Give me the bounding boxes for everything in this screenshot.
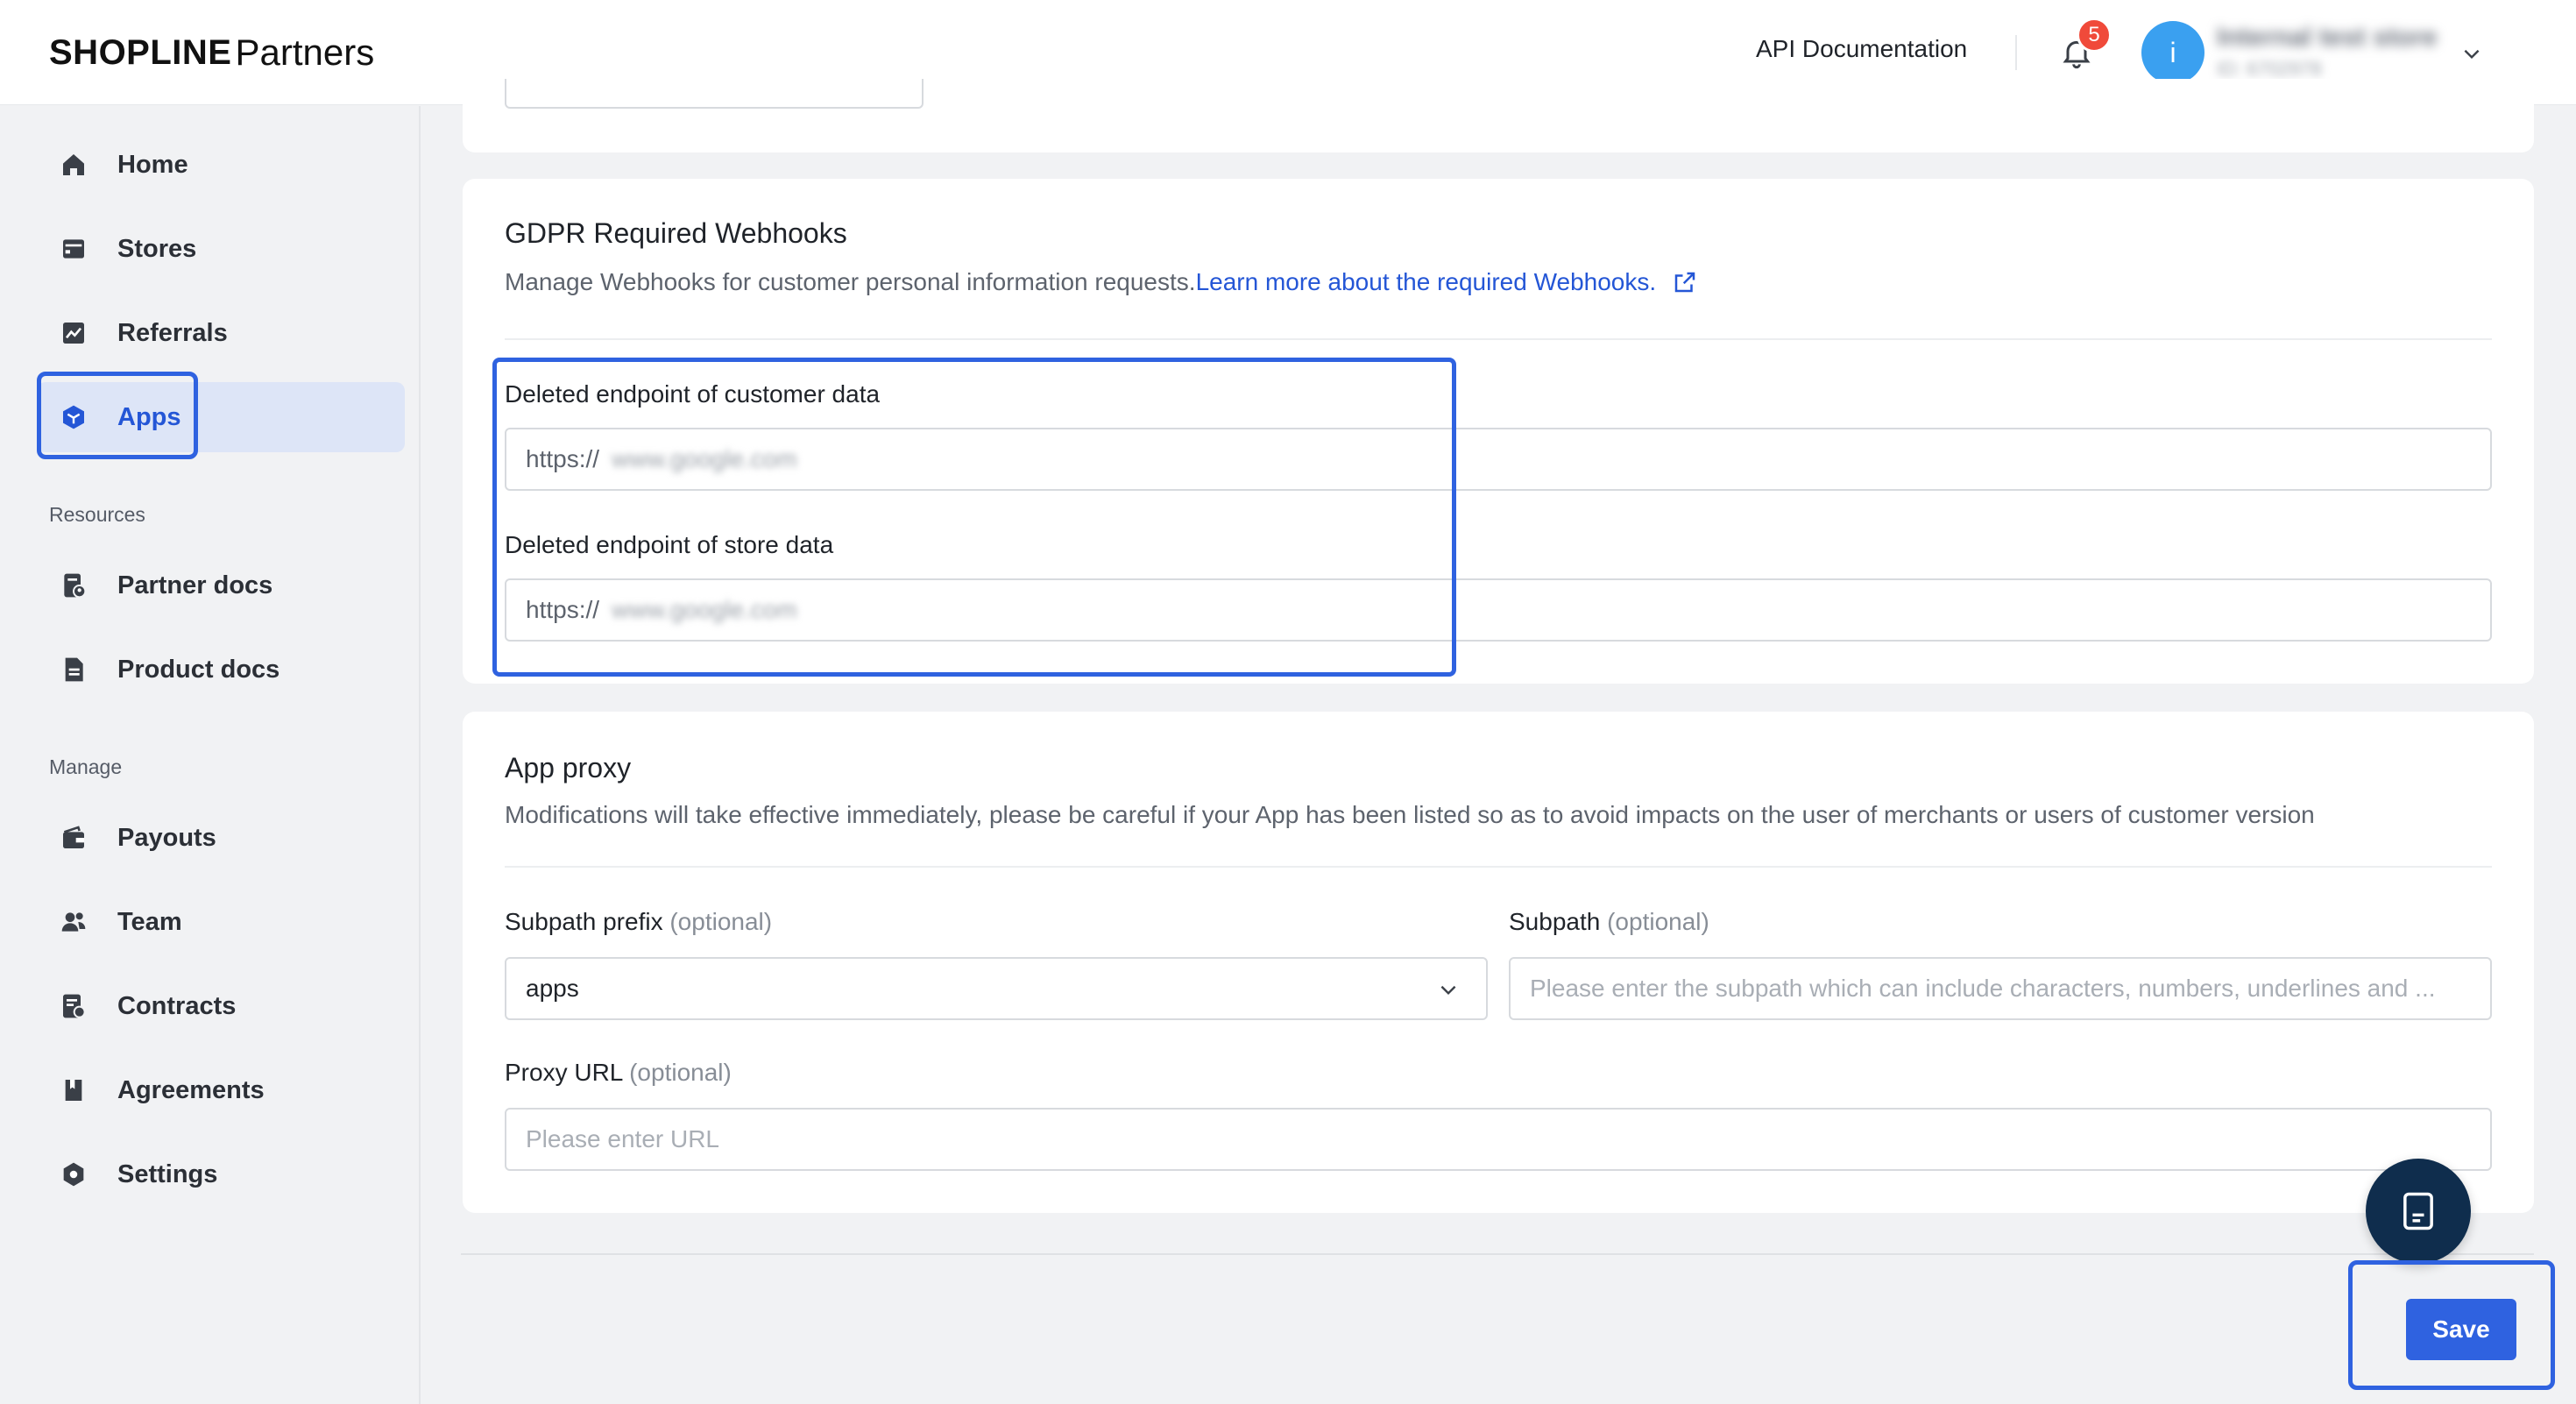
api-documentation-link[interactable]: API Documentation — [1756, 35, 1967, 63]
sidebar-item-contracts[interactable]: Contracts — [37, 971, 405, 1041]
subpath-label: Subpath (optional) — [1509, 908, 1709, 936]
gdpr-description-text: Manage Webhooks for customer personal in… — [505, 268, 1196, 295]
subpath-prefix-label: Subpath prefix (optional) — [505, 908, 772, 936]
subpath-placeholder: Please enter the subpath which can inclu… — [1530, 975, 2436, 1002]
sidebar-item-home[interactable]: Home — [37, 130, 405, 200]
sidebar-item-label: Settings — [117, 1159, 218, 1188]
sidebar-item-label: Product docs — [117, 655, 280, 684]
product-docs-icon — [56, 652, 91, 687]
subpath-input[interactable]: Please enter the subpath which can inclu… — [1509, 957, 2492, 1020]
partner-docs-icon — [56, 568, 91, 603]
avatar[interactable]: i — [2141, 21, 2204, 84]
gdpr-divider — [505, 338, 2492, 340]
sidebar-item-referrals[interactable]: Referrals — [37, 298, 405, 368]
header-divider — [2015, 35, 2017, 70]
subpath-prefix-label-text: Subpath prefix — [505, 908, 663, 935]
sidebar-item-product-docs[interactable]: Product docs — [37, 635, 405, 705]
subpath-prefix-value: apps — [526, 975, 579, 1002]
proxy-url-placeholder: Please enter URL — [526, 1125, 720, 1152]
chart-icon — [56, 316, 91, 351]
previous-section-card — [463, 79, 2534, 152]
store-id: ID: 6702978 — [2217, 58, 2322, 80]
sidebar-item-label: Stores — [117, 234, 197, 263]
sidebar-item-agreements[interactable]: Agreements — [37, 1055, 405, 1125]
chevron-down-icon — [1440, 985, 1456, 996]
sidebar-item-label: Referrals — [117, 318, 228, 347]
optional-tag: (optional) — [669, 908, 773, 935]
logo-suffix: Partners — [235, 32, 375, 73]
sidebar-item-team[interactable]: Team — [37, 887, 405, 957]
app-proxy-description: Modifications will take effective immedi… — [505, 801, 2315, 828]
team-icon — [56, 904, 91, 940]
logo-brand: SHOPLINE — [49, 32, 232, 72]
wallet-icon — [56, 820, 91, 855]
app-proxy-title: App proxy — [505, 752, 632, 784]
proxy-url-label-text: Proxy URL — [505, 1059, 623, 1086]
subpath-prefix-select[interactable]: apps — [505, 957, 1488, 1020]
sidebar-item-label: Partner docs — [117, 571, 273, 599]
sidebar-item-label: Agreements — [117, 1075, 265, 1104]
manage-section-label: Manage — [49, 755, 123, 778]
subpath-label-text: Subpath — [1509, 908, 1601, 935]
proxy-url-label: Proxy URL (optional) — [505, 1059, 732, 1087]
sidebar-item-partner-docs[interactable]: Partner docs — [37, 550, 405, 620]
sidebar-item-payouts[interactable]: Payouts — [37, 803, 405, 873]
optional-tag: (optional) — [1607, 908, 1709, 935]
apps-highlight-box — [37, 372, 198, 459]
save-highlight-box — [2348, 1260, 2555, 1390]
sidebar-item-label: Contracts — [117, 991, 237, 1020]
chevron-down-icon[interactable] — [2460, 42, 2483, 65]
notification-badge: 5 — [2077, 18, 2112, 53]
resources-section-label: Resources — [49, 503, 145, 526]
store-name[interactable]: Internal test store — [2217, 23, 2438, 53]
contract-icon — [56, 989, 91, 1024]
document-icon — [2403, 1192, 2433, 1230]
shopline-logo[interactable]: SHOPLINE Partners — [49, 30, 374, 75]
footer-divider — [461, 1253, 2534, 1255]
agreement-icon — [56, 1073, 91, 1108]
optional-tag: (optional) — [629, 1059, 732, 1086]
external-link-icon[interactable] — [1672, 269, 1698, 295]
sidebar-item-settings[interactable]: Settings — [37, 1139, 405, 1209]
gdpr-learn-more-link[interactable]: Learn more about the required Webhooks. — [1196, 268, 1657, 295]
previous-input-stub[interactable] — [505, 79, 924, 109]
sidebar-item-stores[interactable]: Stores — [37, 214, 405, 284]
home-icon — [56, 147, 91, 182]
store-icon — [56, 231, 91, 266]
settings-icon — [56, 1157, 91, 1192]
sidebar-item-label: Home — [117, 150, 188, 179]
sidebar-item-label: Team — [117, 907, 182, 936]
proxy-url-input[interactable]: Please enter URL — [505, 1108, 2492, 1171]
gdpr-description: Manage Webhooks for customer personal in… — [505, 268, 1698, 296]
gdpr-title: GDPR Required Webhooks — [505, 217, 847, 249]
help-doc-floating-button[interactable] — [2366, 1159, 2471, 1264]
gdpr-fields-highlight-box — [492, 358, 1456, 677]
sidebar-item-label: Payouts — [117, 823, 216, 852]
app-proxy-divider — [505, 866, 2492, 868]
